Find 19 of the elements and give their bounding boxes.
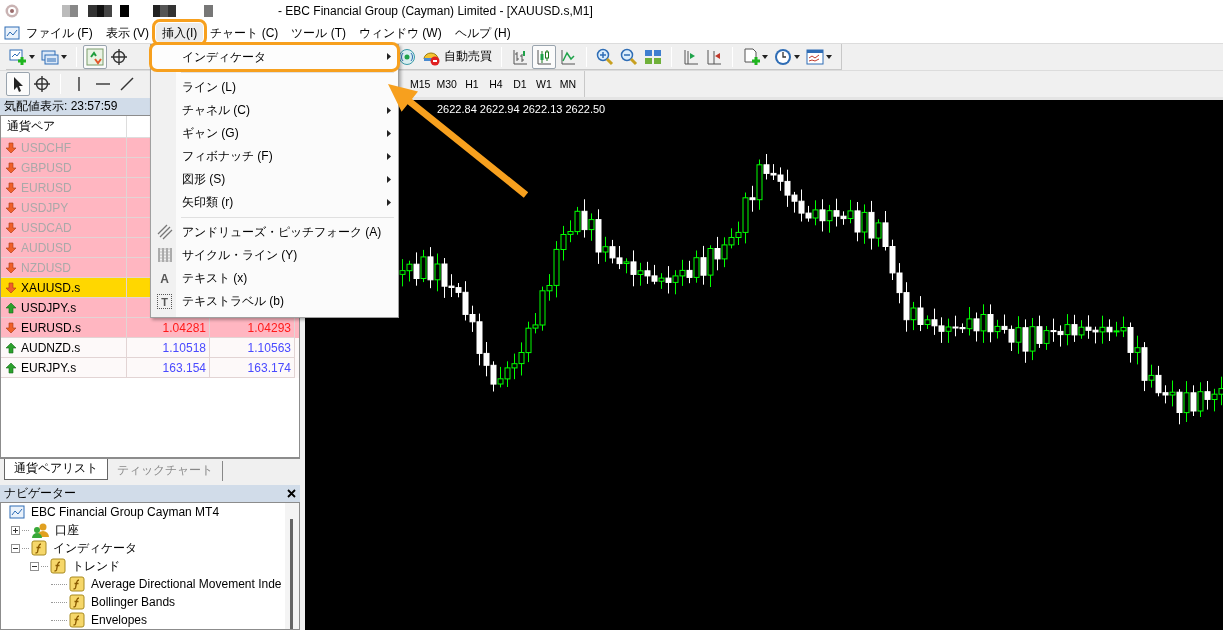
symbol-text: EURUSD.s	[21, 320, 81, 335]
panel-title: ナビゲーター	[4, 485, 76, 502]
ask-cell: 163.174	[210, 358, 295, 378]
symbol-text: NZDUSD	[21, 260, 71, 275]
window-title: - EBC Financial Group (Cayman) Limited - [XAUUSD.s,M1]	[278, 4, 593, 18]
symbol-text: EURJPY.s	[21, 360, 77, 375]
symbol-text: AUDUSD	[21, 240, 72, 255]
symbol-text: USDJPY.s	[21, 300, 77, 315]
boxed-letter-icon: T	[157, 294, 172, 309]
symbol-text: USDCAD	[21, 220, 72, 235]
symbol-text: USDCHF	[21, 140, 71, 155]
symbol-text: EURUSD	[21, 180, 72, 195]
price-readout: 2622.84 2622.94 2622.13 2622.50	[437, 103, 606, 115]
symbol-text: GBPUSD	[21, 160, 72, 175]
letter-icon: A	[156, 270, 173, 287]
bid-cell: 163.154	[127, 358, 210, 378]
symbol-text: XAUUSD.s	[21, 280, 81, 295]
symbol-text: USDJPY	[21, 200, 69, 215]
symbol-text: AUDNZD.s	[21, 340, 81, 355]
